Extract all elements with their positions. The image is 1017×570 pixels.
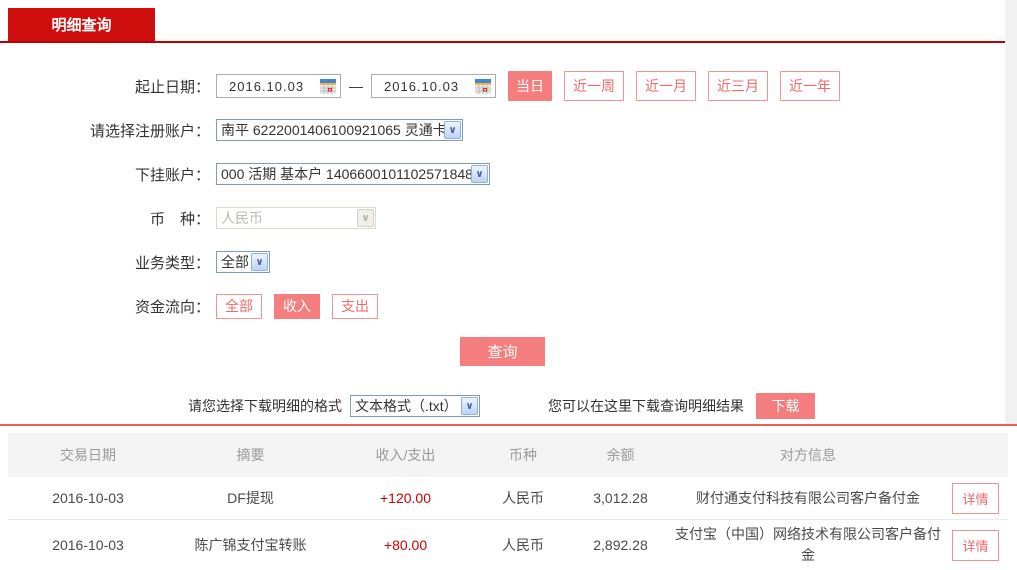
business-type-label: 业务类型：: [0, 252, 210, 273]
fund-flow-income-button[interactable]: 收入: [274, 294, 320, 319]
business-type-select[interactable]: 全部 ∨: [216, 251, 270, 273]
header-balance: 余额: [568, 441, 673, 469]
register-account-label: 请选择注册账户：: [0, 120, 210, 141]
table-row: 2016-10-03 陈广锦支付宝转账 +80.00 人民币 2,892.28 …: [8, 520, 1008, 570]
sub-account-value: 000 活期 基本户 1406600101102571848: [217, 164, 471, 184]
register-account-value: 南平 6222001406100921065 灵通卡: [217, 120, 444, 140]
sub-account-row: 下挂账户： 000 活期 基本户 1406600101102571848 ∨: [0, 161, 1005, 187]
download-row: 请您选择下载明细的格式 文本格式（.txt） ∨ 您可以在这里下载查询明细结果 …: [0, 393, 1005, 419]
header-amount: 收入/支出: [333, 441, 478, 469]
quick-range-today-button[interactable]: 当日: [508, 71, 552, 101]
query-button[interactable]: 查询: [460, 337, 545, 366]
fund-flow-all-button[interactable]: 全部: [216, 294, 262, 319]
date-range-label: 起止日期：: [0, 76, 210, 97]
cell-balance: 2,892.28: [568, 533, 673, 557]
download-format-value: 文本格式（.txt）: [351, 396, 461, 416]
cell-counterparty: 支付宝（中国）网络技术有限公司客户备付金: [673, 520, 943, 570]
cell-trade-date: 2016-10-03: [8, 486, 168, 510]
chevron-down-icon: ∨: [471, 165, 488, 183]
chevron-down-icon: ∨: [251, 253, 268, 271]
tab-bar: 明细查询: [0, 0, 1017, 41]
end-date-value: 2016.10.03: [384, 79, 474, 94]
header-summary: 摘要: [168, 441, 333, 469]
results-table: 交易日期 摘要 收入/支出 币种 余额 对方信息 2016-10-03 DF提现…: [8, 433, 1008, 570]
fund-flow-expense-button[interactable]: 支出: [332, 294, 378, 319]
header-trade-date: 交易日期: [8, 441, 168, 469]
cell-balance: 3,012.28: [568, 486, 673, 510]
cell-amount: +120.00: [333, 486, 478, 510]
query-button-row: 查询: [0, 337, 1005, 366]
calendar-icon[interactable]: [319, 78, 337, 95]
sub-account-select[interactable]: 000 活期 基本户 1406600101102571848 ∨: [216, 163, 490, 185]
cell-action: 详情: [943, 526, 1008, 565]
header-counterparty: 对方信息: [673, 441, 943, 469]
chevron-down-icon: ∨: [444, 121, 461, 139]
date-range-separator: —: [349, 78, 363, 94]
detail-button[interactable]: 详情: [952, 530, 998, 561]
download-button[interactable]: 下载: [756, 393, 815, 419]
register-account-row: 请选择注册账户： 南平 6222001406100921065 灵通卡 ∨: [0, 117, 1005, 143]
tab-detail-query[interactable]: 明细查询: [8, 8, 155, 41]
cell-action: 详情: [943, 479, 1008, 518]
download-format-select[interactable]: 文本格式（.txt） ∨: [350, 395, 480, 417]
cell-summary: 陈广锦支付宝转账: [168, 531, 333, 559]
header-action: [943, 451, 1008, 459]
register-account-select[interactable]: 南平 6222001406100921065 灵通卡 ∨: [216, 119, 463, 141]
detail-query-page: 明细查询 起止日期： 2016.10.03: [0, 0, 1017, 570]
cell-amount: +80.00: [333, 533, 478, 557]
download-format-label: 请您选择下载明细的格式: [188, 396, 342, 416]
start-date-input[interactable]: 2016.10.03: [216, 74, 341, 98]
chevron-down-icon: ∨: [357, 209, 374, 227]
date-range-row: 起止日期： 2016.10.03: [0, 73, 1005, 99]
header-currency: 币种: [478, 441, 568, 469]
detail-button[interactable]: 详情: [952, 483, 998, 514]
currency-row: 币 种： 人民币 ∨: [0, 205, 1005, 231]
table-row: 2016-10-03 DF提现 +120.00 人民币 3,012.28 财付通…: [8, 477, 1008, 520]
business-type-row: 业务类型： 全部 ∨: [0, 249, 1005, 275]
start-date-value: 2016.10.03: [229, 79, 319, 94]
tab-underline: [0, 41, 1005, 43]
calendar-icon[interactable]: [474, 78, 492, 95]
quick-range-quarter-button[interactable]: 近三月: [708, 71, 768, 101]
cell-currency: 人民币: [478, 484, 568, 512]
table-header-row: 交易日期 摘要 收入/支出 币种 余额 对方信息: [8, 433, 1008, 477]
end-date-input[interactable]: 2016.10.03: [371, 74, 496, 98]
quick-range-month-button[interactable]: 近一月: [636, 71, 696, 101]
chevron-down-icon: ∨: [461, 397, 478, 415]
query-form: 起止日期： 2016.10.03: [0, 73, 1005, 419]
cell-summary: DF提现: [168, 484, 333, 512]
currency-label: 币 种：: [0, 208, 210, 229]
currency-value: 人民币: [217, 208, 357, 228]
quick-range-year-button[interactable]: 近一年: [780, 71, 840, 101]
quick-range-week-button[interactable]: 近一周: [564, 71, 624, 101]
download-hint: 您可以在这里下载查询明细结果: [548, 396, 744, 416]
results-divider: [0, 424, 1017, 426]
sub-account-label: 下挂账户：: [0, 164, 210, 185]
results-section: 交易日期 摘要 收入/支出 币种 余额 对方信息 2016-10-03 DF提现…: [0, 424, 1017, 570]
fund-flow-label: 资金流向：: [0, 296, 210, 317]
currency-select: 人民币 ∨: [216, 207, 376, 229]
scrollbar-track[interactable]: [1005, 0, 1017, 424]
cell-trade-date: 2016-10-03: [8, 533, 168, 557]
fund-flow-row: 资金流向： 全部 收入 支出: [0, 293, 1005, 319]
cell-counterparty: 财付通支付科技有限公司客户备付金: [673, 484, 943, 513]
business-type-value: 全部: [217, 252, 251, 272]
cell-currency: 人民币: [478, 531, 568, 559]
